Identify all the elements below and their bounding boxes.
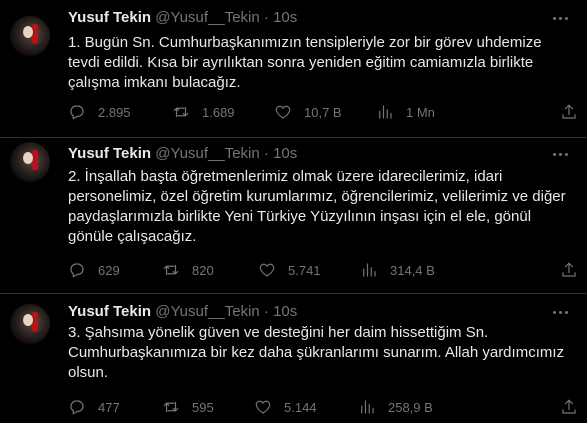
tweet-1[interactable]: Yusuf Tekin @Yusuf__Tekin · 10s 1. Bugün… <box>0 0 587 138</box>
views-icon <box>379 105 392 119</box>
retweet-button[interactable]: 595 <box>162 397 214 417</box>
avatar[interactable] <box>10 304 50 344</box>
retweet-button[interactable]: 1.689 <box>172 102 235 122</box>
author-handle[interactable]: @Yusuf__Tekin <box>155 303 259 320</box>
like-icon <box>259 263 275 277</box>
tweet-actions: 477 595 5.144 258,9 B <box>68 397 578 417</box>
share-icon[interactable] <box>560 261 578 279</box>
avatar[interactable] <box>10 16 50 56</box>
separator-dot: · <box>263 9 269 26</box>
like-button[interactable]: 10,7 B <box>274 102 342 122</box>
retweet-count: 1.689 <box>202 104 235 120</box>
more-icon[interactable] <box>551 302 571 322</box>
timestamp[interactable]: 10s <box>273 9 297 26</box>
tweet-2[interactable]: Yusuf Tekin @Yusuf__Tekin · 10s 2. İnşal… <box>0 138 587 294</box>
tweet-text: 2. İnşallah başta öğretmenlerimiz olmak … <box>68 168 566 245</box>
views-count: 314,4 B <box>390 262 435 278</box>
tweet-actions: 629 820 5.741 314,4 B <box>68 260 578 280</box>
views-icon <box>361 400 374 414</box>
like-count: 5.741 <box>288 262 321 278</box>
reply-count: 2.895 <box>98 104 131 120</box>
reply-icon <box>70 263 84 278</box>
author-handle[interactable]: @Yusuf__Tekin <box>155 145 259 162</box>
timestamp[interactable]: 10s <box>273 145 297 162</box>
like-button[interactable]: 5.144 <box>254 397 317 417</box>
retweet-icon <box>163 264 179 276</box>
more-icon[interactable] <box>551 144 571 164</box>
tweet-text: 1. Bugün Sn. Cumhurbaşkanımızın tensiple… <box>68 34 542 91</box>
like-count: 5.144 <box>284 399 317 415</box>
tweet-text: 3. Şahsıma yönelik güven ve desteğini he… <box>68 324 565 381</box>
views-button[interactable]: 314,4 B <box>360 260 435 280</box>
avatar[interactable] <box>10 142 50 182</box>
reply-button[interactable]: 477 <box>68 397 120 417</box>
views-count: 1 Mn <box>406 104 435 120</box>
like-icon <box>275 105 291 119</box>
tweet-3[interactable]: Yusuf Tekin @Yusuf__Tekin · 10s 3. Şahsı… <box>0 294 587 423</box>
tweet-header: Yusuf Tekin @Yusuf__Tekin · 10s <box>68 8 297 28</box>
share-icon[interactable] <box>560 398 578 416</box>
retweet-icon <box>163 401 179 413</box>
reply-icon <box>70 400 84 415</box>
retweet-count: 820 <box>192 262 214 278</box>
more-icon[interactable] <box>551 8 571 28</box>
like-button[interactable]: 5.741 <box>258 260 321 280</box>
author-name[interactable]: Yusuf Tekin <box>68 145 151 162</box>
retweet-button[interactable]: 820 <box>162 260 214 280</box>
share-icon[interactable] <box>560 103 578 121</box>
reply-button[interactable]: 629 <box>68 260 120 280</box>
views-count: 258,9 B <box>388 399 433 415</box>
tweet-actions: 2.895 1.689 10,7 B 1 Mn <box>68 102 578 122</box>
retweet-count: 595 <box>192 399 214 415</box>
author-name[interactable]: Yusuf Tekin <box>68 9 151 26</box>
like-count: 10,7 B <box>304 104 342 120</box>
views-button[interactable]: 1 Mn <box>376 102 435 122</box>
retweet-icon <box>173 106 189 118</box>
timestamp[interactable]: 10s <box>273 303 297 320</box>
views-button[interactable]: 258,9 B <box>358 397 433 417</box>
separator-dot: · <box>263 145 269 162</box>
separator-dot: · <box>263 303 269 320</box>
tweet-header: Yusuf Tekin @Yusuf__Tekin · 10s <box>68 144 297 164</box>
views-icon <box>363 263 376 277</box>
like-icon <box>255 400 271 414</box>
reply-icon <box>70 105 84 120</box>
tweet-header: Yusuf Tekin @Yusuf__Tekin · 10s <box>68 302 297 322</box>
reply-count: 629 <box>98 262 120 278</box>
author-name[interactable]: Yusuf Tekin <box>68 303 151 320</box>
reply-button[interactable]: 2.895 <box>68 102 131 122</box>
reply-count: 477 <box>98 399 120 415</box>
author-handle[interactable]: @Yusuf__Tekin <box>155 9 259 26</box>
